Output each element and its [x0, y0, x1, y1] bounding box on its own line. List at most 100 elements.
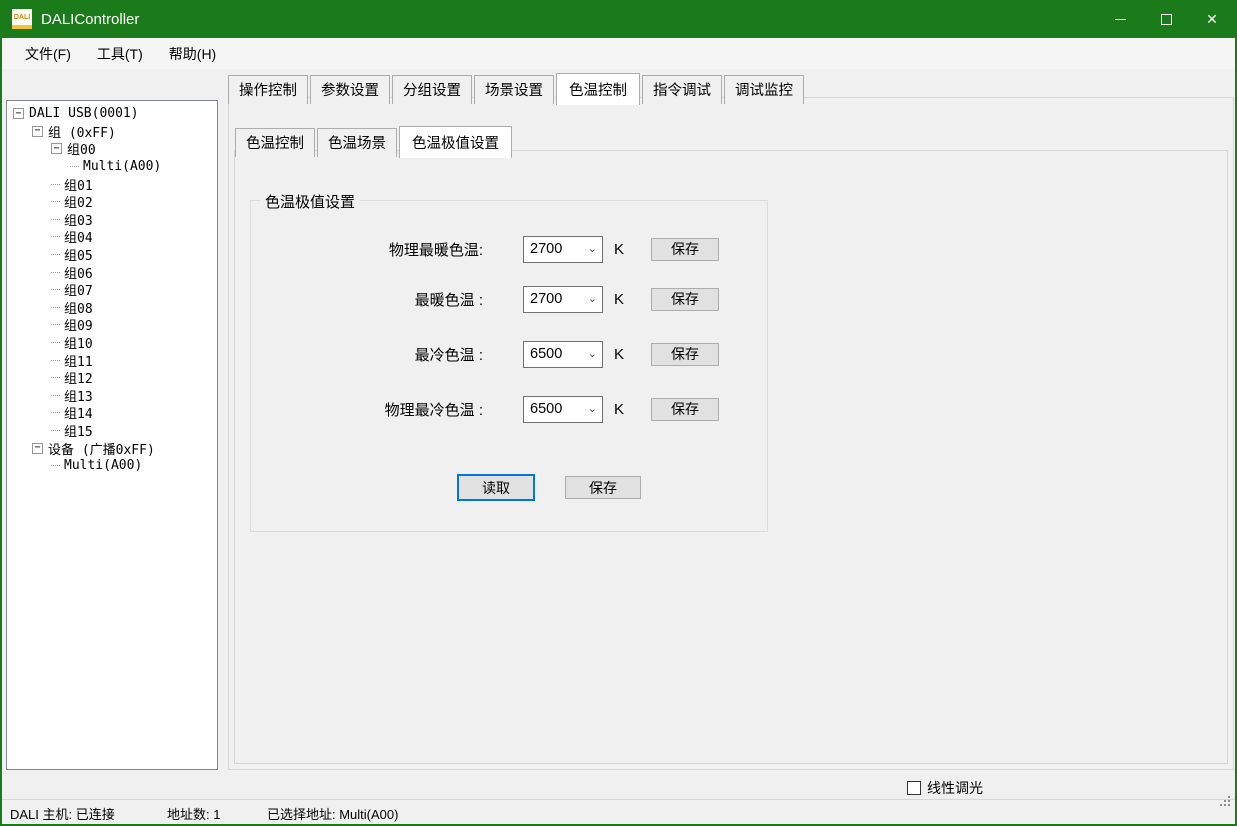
tree-item-label: 组07 [64, 280, 93, 299]
tab-scene-settings[interactable]: 场景设置 [474, 75, 554, 104]
combobox-value: 2700 [530, 241, 562, 257]
tab-color-temp-control[interactable]: 色温控制 [556, 73, 640, 105]
tree-item-group-01[interactable]: 组01 [7, 175, 217, 193]
tree-item-label: 设备 (广播0xFF) [48, 439, 155, 458]
warmest-label: 最暖色温 : [251, 289, 483, 310]
tree-item-label: 组09 [64, 315, 93, 334]
physical-coolest-combobox[interactable]: 6500 ⌄ [523, 396, 603, 423]
tree-item-dali-usb[interactable]: −DALI USB(0001) [7, 105, 217, 123]
save-physical-coolest-button[interactable]: 保存 [651, 398, 719, 421]
subtab-color-temp-extremes[interactable]: 色温极值设置 [399, 126, 512, 158]
tree-connector [51, 465, 60, 466]
tree-connector [51, 272, 60, 273]
physical-warmest-combobox[interactable]: 2700 ⌄ [523, 236, 603, 263]
unit-label: K [614, 401, 624, 418]
chevron-down-icon[interactable]: ⌄ [588, 244, 597, 255]
tab-grouping-settings[interactable]: 分组设置 [392, 75, 472, 104]
menu-help[interactable]: 帮助(H) [156, 39, 229, 69]
tree-item-group-10[interactable]: 组10 [7, 334, 217, 352]
tree-item-label: 组14 [64, 403, 93, 422]
maximize-icon [1161, 14, 1172, 25]
tree-item-multi-a00[interactable]: Multi(A00) [7, 158, 217, 176]
tree-item-group-07[interactable]: 组07 [7, 281, 217, 299]
minimize-button[interactable] [1097, 0, 1143, 38]
tree-item-group-08[interactable]: 组08 [7, 299, 217, 317]
tree-connector [51, 360, 60, 361]
save-warmest-button[interactable]: 保存 [651, 288, 719, 311]
title-bar: DALI DALIController ✕ [2, 0, 1235, 38]
coolest-combobox[interactable]: 6500 ⌄ [523, 341, 603, 368]
unit-label: K [614, 241, 624, 258]
tree-item-label: 组10 [64, 333, 93, 352]
combobox-value: 2700 [530, 291, 562, 307]
tree-item-label: Multi(A00) [64, 458, 142, 473]
tree-item-group-14[interactable]: 组14 [7, 404, 217, 422]
groupbox-title: 色温极值设置 [260, 191, 360, 212]
collapse-icon[interactable]: − [32, 443, 43, 454]
unit-label: K [614, 291, 624, 308]
tree-connector [51, 395, 60, 396]
subtab-color-temp-control[interactable]: 色温控制 [235, 128, 315, 157]
tree-item-group-15[interactable]: 组15 [7, 422, 217, 440]
tab-command-debug[interactable]: 指令调试 [642, 75, 722, 104]
chevron-down-icon[interactable]: ⌄ [588, 404, 597, 415]
tree-connector [51, 342, 60, 343]
close-button[interactable]: ✕ [1189, 0, 1235, 38]
chevron-down-icon[interactable]: ⌄ [588, 349, 597, 360]
subtab-color-temp-scene[interactable]: 色温场景 [317, 128, 397, 157]
unit-label: K [614, 346, 624, 363]
tree-connector [70, 166, 79, 167]
tree-connector [51, 254, 60, 255]
tree-item-group-04[interactable]: 组04 [7, 228, 217, 246]
minimize-icon [1115, 19, 1126, 20]
linear-dimming-checkbox[interactable] [907, 781, 921, 795]
tree-item-device-broadcast[interactable]: −设备 (广播0xFF) [7, 439, 217, 457]
tree-item-group-05[interactable]: 组05 [7, 246, 217, 264]
status-host: DALI 主机: 已连接 [10, 804, 115, 823]
collapse-icon[interactable]: − [51, 143, 62, 154]
tree-item-device-multi-a00[interactable]: Multi(A00) [7, 457, 217, 475]
app-window: DALI DALIController ✕ 文件(F) 工具(T) 帮助(H) … [0, 0, 1237, 826]
menu-bar: 文件(F) 工具(T) 帮助(H) [2, 38, 1235, 69]
linear-dimming-option: 线性调光 [907, 778, 983, 798]
tree-item-group-02[interactable]: 组02 [7, 193, 217, 211]
resize-grip-icon[interactable] [1228, 804, 1230, 806]
tree-connector [51, 430, 60, 431]
save-all-button[interactable]: 保存 [565, 476, 641, 499]
tree-item-label: 组05 [64, 245, 93, 264]
tree-item-label: 组04 [64, 227, 93, 246]
tab-operation-control[interactable]: 操作控制 [228, 75, 308, 104]
coolest-row: 最冷色温 : 6500 ⌄ K 保存 [251, 340, 719, 368]
tree-item-group-13[interactable]: 组13 [7, 387, 217, 405]
tree-item-group-12[interactable]: 组12 [7, 369, 217, 387]
app-icon: DALI [12, 9, 32, 29]
tree-item-group-03[interactable]: 组03 [7, 211, 217, 229]
collapse-icon[interactable]: − [13, 108, 24, 119]
tree-item-label: 组06 [64, 263, 93, 282]
tree-connector [51, 201, 60, 202]
status-address-count: 地址数: 1 [167, 804, 220, 823]
tree-connector [51, 307, 60, 308]
tab-parameter-settings[interactable]: 参数设置 [310, 75, 390, 104]
tree-item-group-11[interactable]: 组11 [7, 351, 217, 369]
warmest-combobox[interactable]: 2700 ⌄ [523, 286, 603, 313]
read-button[interactable]: 读取 [457, 474, 535, 501]
combobox-value: 6500 [530, 401, 562, 417]
chevron-down-icon[interactable]: ⌄ [588, 294, 597, 305]
tree-item-group-06[interactable]: 组06 [7, 263, 217, 281]
save-coolest-button[interactable]: 保存 [651, 343, 719, 366]
menu-file[interactable]: 文件(F) [12, 39, 84, 69]
tree-connector [51, 184, 60, 185]
tree-item-group-09[interactable]: 组09 [7, 316, 217, 334]
window-title: DALIController [41, 11, 139, 28]
save-physical-warmest-button[interactable]: 保存 [651, 238, 719, 261]
maximize-button[interactable] [1143, 0, 1189, 38]
tree-item-group-00[interactable]: −组00 [7, 140, 217, 158]
collapse-icon[interactable]: − [32, 126, 43, 137]
menu-tools[interactable]: 工具(T) [84, 39, 156, 69]
close-icon: ✕ [1206, 12, 1218, 26]
tree-item-group-root[interactable]: −组 (0xFF) [7, 123, 217, 141]
sub-tab-bar: 色温控制 色温场景 色温极值设置 [235, 126, 514, 157]
tab-debug-monitor[interactable]: 调试监控 [724, 75, 804, 104]
tree-connector [51, 219, 60, 220]
